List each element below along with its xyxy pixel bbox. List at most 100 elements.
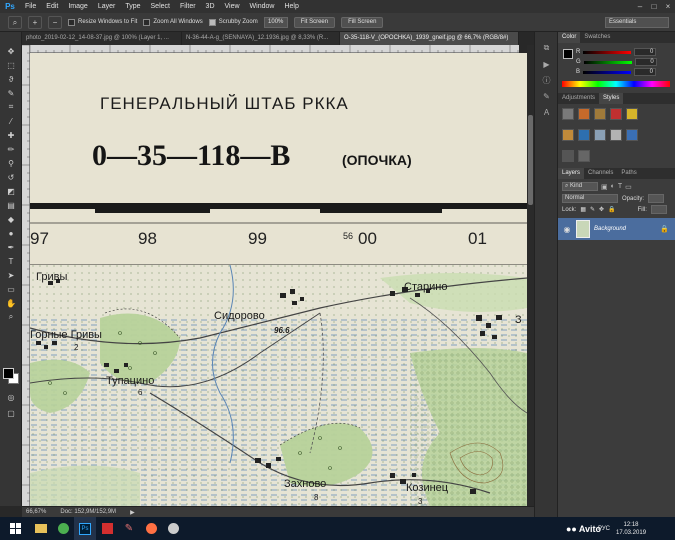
- gradient-tool-icon[interactable]: ▤: [0, 198, 22, 212]
- style-swatch[interactable]: [610, 129, 622, 141]
- filter-pixel-icon[interactable]: ▣: [601, 183, 608, 191]
- tab-opochka[interactable]: O-35-118-V_(OPOCHKA)_1939_gneif.jpg @ 66…: [340, 32, 519, 45]
- close-button[interactable]: ×: [661, 0, 675, 13]
- tab-channels[interactable]: Channels: [584, 168, 617, 179]
- chrome-icon[interactable]: [162, 517, 184, 540]
- color-foreground-swatch[interactable]: [563, 49, 573, 59]
- style-swatch[interactable]: [562, 108, 574, 120]
- lock-pixels-icon[interactable]: ▦: [580, 206, 586, 213]
- healing-brush-tool-icon[interactable]: ✚: [0, 128, 22, 142]
- filter-type-icon[interactable]: T: [618, 183, 622, 190]
- menu-3d[interactable]: 3D: [201, 0, 220, 13]
- properties-icon[interactable]: ▶: [535, 56, 558, 72]
- tab-adjustments[interactable]: Adjustments: [558, 93, 599, 104]
- path-selection-tool-icon[interactable]: ➤: [0, 268, 22, 282]
- document-canvas[interactable]: ГЕНЕРАЛЬНЫЙ ШТАБ РККА 0—35—118—В (ОПОЧКА…: [30, 53, 527, 506]
- eye-icon[interactable]: ◉: [562, 225, 572, 234]
- zoom-out-icon[interactable]: −: [48, 15, 62, 29]
- menu-image[interactable]: Image: [63, 0, 92, 13]
- green-value[interactable]: 0: [634, 58, 657, 66]
- tab-paths[interactable]: Paths: [617, 168, 640, 179]
- clone-stamp-tool-icon[interactable]: ⚲: [0, 156, 22, 170]
- opacity-field[interactable]: [648, 194, 665, 203]
- brush-panel-icon[interactable]: ✎: [535, 88, 558, 104]
- menu-type[interactable]: Type: [120, 0, 145, 13]
- tab-sennaya[interactable]: N-36-44-A-g_(SENNAYA)_12.1936.jpg @ 8,33…: [182, 32, 340, 45]
- zoom-all-checkbox[interactable]: Zoom All Windows: [143, 18, 203, 26]
- paint-icon[interactable]: ✎: [118, 517, 140, 540]
- photoshop-taskbar-icon[interactable]: Ps: [74, 517, 96, 540]
- foreground-color-swatch[interactable]: [3, 368, 14, 379]
- layer-filter-select[interactable]: ⌕ Kind: [562, 182, 598, 191]
- blue-slider[interactable]: [583, 70, 632, 74]
- blur-tool-icon[interactable]: ◆: [0, 212, 22, 226]
- firefox-icon[interactable]: [140, 517, 162, 540]
- actual-pixels-button[interactable]: 100%: [263, 16, 288, 28]
- language-indicator[interactable]: РУС: [598, 517, 610, 540]
- style-swatch[interactable]: [626, 108, 638, 120]
- tab-styles[interactable]: Styles: [599, 93, 624, 104]
- lock-paint-icon[interactable]: ✎: [590, 206, 595, 213]
- lock-position-icon[interactable]: ✥: [599, 206, 604, 213]
- menu-select[interactable]: Select: [146, 0, 175, 13]
- style-swatch[interactable]: [562, 150, 574, 162]
- info-icon[interactable]: ⓘ: [535, 72, 558, 88]
- lock-all-icon[interactable]: 🔒: [608, 206, 615, 213]
- history-icon[interactable]: ⧉: [535, 40, 558, 56]
- history-brush-tool-icon[interactable]: ↺: [0, 170, 22, 184]
- menu-file[interactable]: File: [20, 0, 41, 13]
- pen-tool-icon[interactable]: ✒: [0, 240, 22, 254]
- windows-start-icon[interactable]: [0, 517, 30, 540]
- move-tool-icon[interactable]: ✥: [0, 44, 22, 58]
- scrubby-zoom-checkbox[interactable]: Scrubby Zoom: [208, 18, 258, 26]
- style-swatch[interactable]: [578, 108, 590, 120]
- green-slider[interactable]: [583, 60, 632, 64]
- tab-swatches[interactable]: Swatches: [580, 32, 614, 43]
- red-value[interactable]: 0: [634, 48, 657, 56]
- resize-windows-checkbox[interactable]: Resize Windows to Fit: [68, 18, 137, 26]
- dodge-tool-icon[interactable]: ●: [0, 226, 22, 240]
- scrollbar-thumb[interactable]: [528, 115, 533, 205]
- style-swatch[interactable]: [594, 108, 606, 120]
- maximize-button[interactable]: □: [647, 0, 661, 13]
- minimize-button[interactable]: –: [633, 0, 647, 13]
- red-slider[interactable]: [583, 50, 632, 54]
- menu-edit[interactable]: Edit: [41, 0, 63, 13]
- filter-adjustment-icon[interactable]: ◐: [611, 183, 615, 190]
- blue-value[interactable]: 0: [634, 68, 657, 76]
- screen-mode-icon[interactable]: ▢: [0, 406, 22, 420]
- menu-filter[interactable]: Filter: [175, 0, 201, 13]
- fill-field[interactable]: [650, 205, 667, 214]
- rectangle-tool-icon[interactable]: ▭: [0, 282, 22, 296]
- zoom-tool-icon[interactable]: ⌕: [0, 310, 22, 324]
- tab-photo[interactable]: photo_2019-02-12_14-08-37.jpg @ 100% (La…: [22, 32, 182, 45]
- acrobat-icon[interactable]: [96, 517, 118, 540]
- fill-screen-button[interactable]: Fill Screen: [341, 16, 384, 28]
- eyedropper-tool-icon[interactable]: ⁄: [0, 114, 22, 128]
- menu-layer[interactable]: Layer: [93, 0, 121, 13]
- blend-mode-select[interactable]: Normal: [562, 194, 618, 203]
- menu-view[interactable]: View: [220, 0, 245, 13]
- filter-shape-icon[interactable]: ▭: [625, 183, 632, 191]
- hand-tool-icon[interactable]: ✋: [0, 296, 22, 310]
- tab-color[interactable]: Color: [558, 32, 581, 43]
- quick-mask-icon[interactable]: ◎: [0, 390, 22, 404]
- workspace-switcher[interactable]: Essentials: [605, 17, 669, 28]
- menu-help[interactable]: Help: [279, 0, 303, 13]
- character-icon[interactable]: A: [535, 104, 558, 120]
- brush-tool-icon[interactable]: ✏: [0, 142, 22, 156]
- quick-select-tool-icon[interactable]: ✎: [0, 86, 22, 100]
- zoom-in-icon[interactable]: +: [28, 15, 42, 29]
- style-swatch[interactable]: [578, 129, 590, 141]
- explorer-icon[interactable]: [30, 517, 52, 540]
- fit-screen-button[interactable]: Fit Screen: [293, 16, 336, 28]
- type-tool-icon[interactable]: T: [0, 254, 22, 268]
- clock[interactable]: 12:18 17.03.2019: [616, 517, 646, 540]
- zoom-tool-icon[interactable]: ⌕: [8, 15, 22, 29]
- color-ramp[interactable]: [562, 81, 670, 87]
- green-app-icon[interactable]: [52, 517, 74, 540]
- eraser-tool-icon[interactable]: ◩: [0, 184, 22, 198]
- style-swatch[interactable]: [610, 108, 622, 120]
- crop-tool-icon[interactable]: ⌗: [0, 100, 22, 114]
- lasso-tool-icon[interactable]: ϑ: [0, 72, 22, 86]
